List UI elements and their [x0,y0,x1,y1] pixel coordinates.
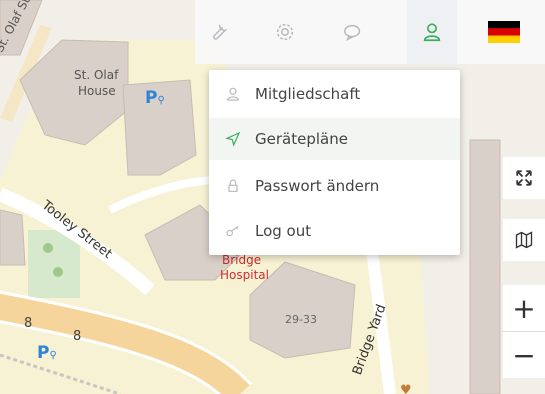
menu-item-label: Log out [255,222,312,240]
user-dropdown-menu: Mitgliedschaft Gerätepläne Passwort ände… [209,70,460,255]
key-icon [225,223,255,239]
building [469,139,501,394]
fullscreen-button[interactable] [503,157,545,199]
svg-text:8: 8 [73,329,81,344]
parking-icon[interactable]: P⚲ [145,88,165,108]
map-label-st-olaf-house: St. Olaf [74,68,119,82]
zoom-in-label: + [512,291,536,325]
map-label-hospital: Hospital [220,268,269,282]
map-icon [515,231,533,249]
zoom-out-button[interactable]: − [503,332,545,378]
user-icon [423,23,441,42]
menu-item-log-out[interactable]: Log out [209,210,460,252]
svg-text:♥: ♥ [400,383,412,394]
building [0,209,26,266]
zoom-in-button[interactable]: + [503,285,545,331]
lock-icon [225,178,255,194]
menu-item-passwort-aendern[interactable]: Passwort ändern [209,165,460,207]
zoom-out-label: − [512,338,536,372]
menu-item-label: Gerätepläne [255,130,348,148]
user-menu-button[interactable] [407,0,457,64]
map-label-st-olaf-house-2: House [78,84,116,98]
wrench-icon[interactable] [200,14,236,50]
map-layers-button[interactable] [503,219,545,261]
paper-plane-icon [225,131,255,147]
menu-item-mitgliedschaft[interactable]: Mitgliedschaft [209,73,460,115]
menu-item-label: Passwort ändern [255,177,380,195]
chat-icon[interactable] [335,14,371,50]
parking-label: P [145,88,158,108]
top-toolbar [195,0,545,64]
menu-item-label: Mitgliedschaft [255,85,361,103]
parking-icon[interactable]: P⚲ [37,343,57,363]
parking-label: P [37,343,50,363]
map-label-bridge: Bridge [222,253,262,267]
svg-text:8: 8 [24,316,32,331]
gear-icon[interactable] [267,14,303,50]
flag-de-icon[interactable] [482,14,526,50]
user-icon [225,86,255,102]
menu-item-geraeteplaene[interactable]: Gerätepläne [209,118,460,160]
map-label-29-33: 29-33 [285,313,317,326]
fullscreen-icon [516,170,532,186]
